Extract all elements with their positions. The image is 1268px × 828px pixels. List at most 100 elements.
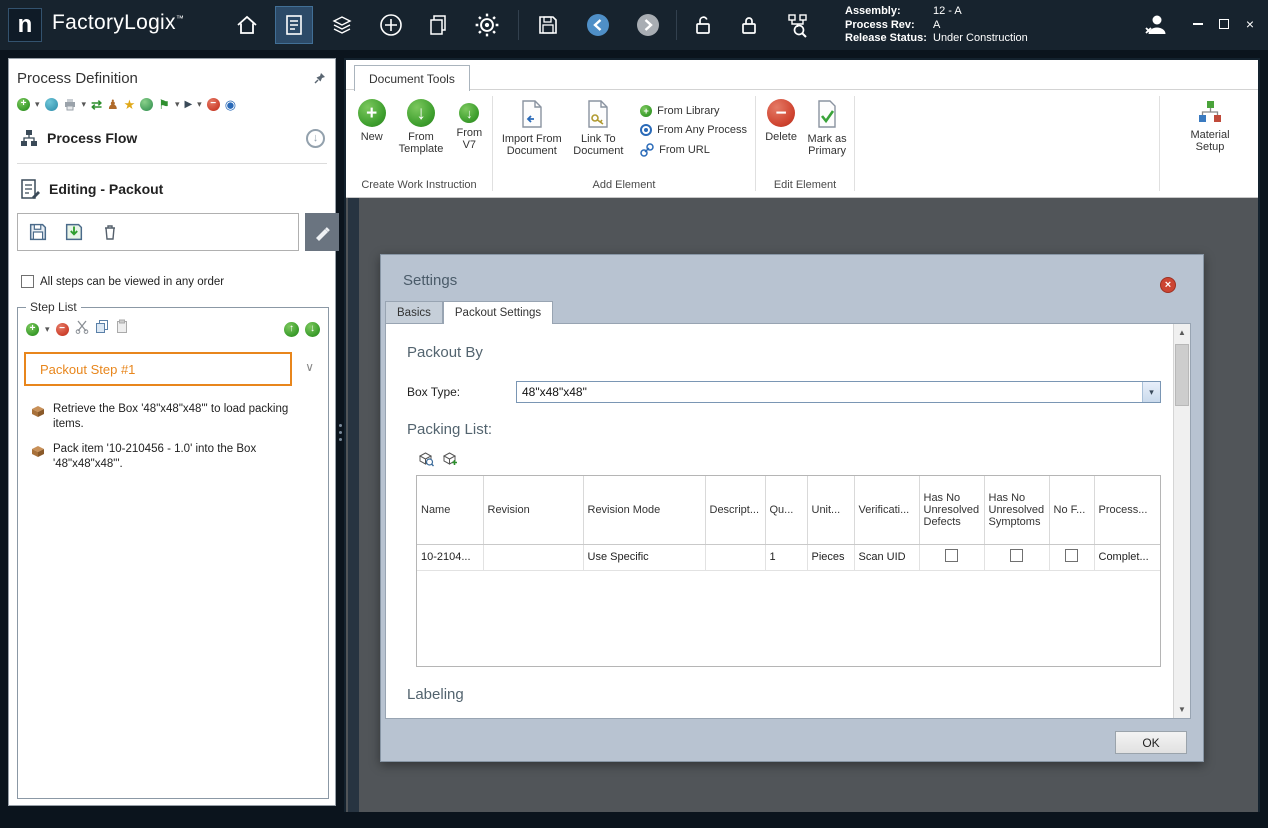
from-any-process-button[interactable]: From Any Process [640,124,747,136]
col-process[interactable]: Process... [1094,476,1160,545]
any-order-checkbox-row[interactable]: All steps can be viewed in any order [21,275,224,288]
scrollbar-thumb[interactable] [1175,344,1189,406]
cell-revision[interactable] [483,544,584,571]
new-button[interactable]: + New [352,99,391,155]
dialog-scrollbar[interactable]: ▲ ▼ [1173,324,1190,718]
record-icon[interactable]: ◉ [225,98,236,111]
combobox-dropdown-button[interactable]: ▾ [1142,382,1160,402]
save-step-button[interactable] [24,218,52,246]
search-process-button[interactable] [779,6,817,44]
cell-units[interactable]: Pieces [807,544,855,571]
move-down-icon[interactable]: ↓ [305,321,320,337]
collapse-icon[interactable]: ↓ [306,128,325,148]
step-action-item[interactable]: Pack item '10-210456 - 1.0' into the Box… [30,442,322,472]
lock-button[interactable] [730,6,768,44]
cell-revision-mode[interactable]: Use Specific [583,544,706,571]
selected-step[interactable]: Packout Step #1 [24,352,292,386]
save-button[interactable] [529,6,567,44]
cut-icon[interactable] [75,319,89,339]
back-button[interactable] [579,6,617,44]
delete-element-button[interactable]: − Delete [762,99,800,157]
import-from-document-button[interactable]: Import From Document [499,99,565,157]
panel-splitter[interactable] [339,424,342,441]
cell-process[interactable]: Complet... [1094,544,1160,571]
globe-publish-icon[interactable] [140,97,154,111]
pin-icon[interactable] [313,71,327,85]
print-icon[interactable] [63,97,77,111]
process-definition-button[interactable] [275,6,313,44]
col-no-unresolved-symptoms[interactable]: Has No Unresolved Symptoms [984,476,1050,545]
col-no-unresolved-defects[interactable]: Has No Unresolved Defects [919,476,985,545]
settings-button[interactable] [468,6,506,44]
cell-name[interactable]: 10-2104... [417,544,484,571]
col-no-f[interactable]: No F... [1049,476,1095,545]
edit-mode-button[interactable] [305,213,339,251]
scroll-up-button[interactable]: ▲ [1174,324,1190,341]
scroll-down-button[interactable]: ▼ [1174,701,1190,718]
from-template-button[interactable]: ↓ From Template [395,99,446,155]
col-verification[interactable]: Verificati... [854,476,920,545]
deploy-button[interactable] [372,6,410,44]
chevron-down-icon[interactable]: ▾ [45,323,50,336]
col-description[interactable]: Descript... [705,476,766,545]
person-icon[interactable]: ♟ [107,98,119,111]
grid-data-row[interactable]: 10-2104... Use Specific 1 Pieces Scan UI… [417,544,1160,571]
delete-step-button[interactable] [96,218,124,246]
from-url-button[interactable]: From URL [640,143,747,157]
add-item-button[interactable] [441,450,459,468]
checkbox[interactable] [945,549,958,562]
home-button[interactable] [228,6,266,44]
cell-defects-checkbox[interactable] [919,544,985,571]
col-name[interactable]: Name [417,476,484,545]
from-library-button[interactable]: + From Library [640,105,747,117]
ok-button[interactable]: OK [1115,731,1187,754]
box-type-combobox[interactable]: 48"x48"x48" ▾ [516,381,1161,403]
close-window-button[interactable]: × [1238,12,1262,36]
maximize-button[interactable] [1212,12,1236,36]
dialog-close-button[interactable]: × [1160,277,1176,293]
forward-button[interactable] [629,6,667,44]
unlock-button[interactable] [684,6,722,44]
move-up-icon[interactable]: ↑ [284,321,299,337]
paste-icon[interactable] [115,319,129,339]
tab-document-tools[interactable]: Document Tools [354,65,470,91]
col-revision-mode[interactable]: Revision Mode [583,476,706,545]
copy-icon[interactable] [95,319,109,339]
checkbox[interactable] [1010,549,1023,562]
cell-description[interactable] [705,544,766,571]
chevron-down-icon[interactable]: ▾ [175,98,180,111]
remove-icon[interactable]: − [206,97,220,111]
material-setup-button[interactable]: Material Setup [1179,99,1241,153]
checkbox[interactable] [21,275,34,288]
checkbox[interactable] [1065,549,1078,562]
minimize-button[interactable] [1186,12,1210,36]
globe-icon[interactable] [44,97,58,111]
step-chevron-icon[interactable]: ∨ [305,360,314,374]
from-v7-button[interactable]: ↓ From V7 [451,99,488,155]
import-button[interactable] [60,218,88,246]
cell-symptoms-checkbox[interactable] [984,544,1050,571]
tab-basics[interactable]: Basics [385,301,443,323]
star-icon[interactable]: ★ [124,98,136,111]
link-to-document-button[interactable]: Link To Document [569,99,629,157]
cell-verification[interactable]: Scan UID [854,544,920,571]
find-item-button[interactable] [417,450,435,468]
run-icon[interactable]: ▶ [184,98,192,111]
process-flow-row[interactable]: Process Flow ↓ [19,125,325,151]
mark-as-primary-button[interactable]: Mark as Primary [804,99,850,157]
user-button[interactable] [1136,6,1174,44]
add-step-icon[interactable]: + [26,322,39,336]
col-revision[interactable]: Revision [483,476,584,545]
remove-step-icon[interactable]: − [55,322,69,336]
add-icon[interactable]: + [17,97,30,111]
chevron-down-icon[interactable]: ▾ [35,98,40,111]
cell-no-f-checkbox[interactable] [1049,544,1095,571]
templates-button[interactable] [323,6,361,44]
sync-icon[interactable]: ⇄ [91,98,102,111]
col-quantity[interactable]: Qu... [765,476,808,545]
flag-icon[interactable]: ⚑ [158,98,170,111]
step-action-item[interactable]: Retrieve the Box '48"x48"x48"' to load p… [30,402,322,432]
documents-button[interactable] [419,6,457,44]
cell-quantity[interactable]: 1 [765,544,808,571]
tab-packout-settings[interactable]: Packout Settings [442,301,554,324]
